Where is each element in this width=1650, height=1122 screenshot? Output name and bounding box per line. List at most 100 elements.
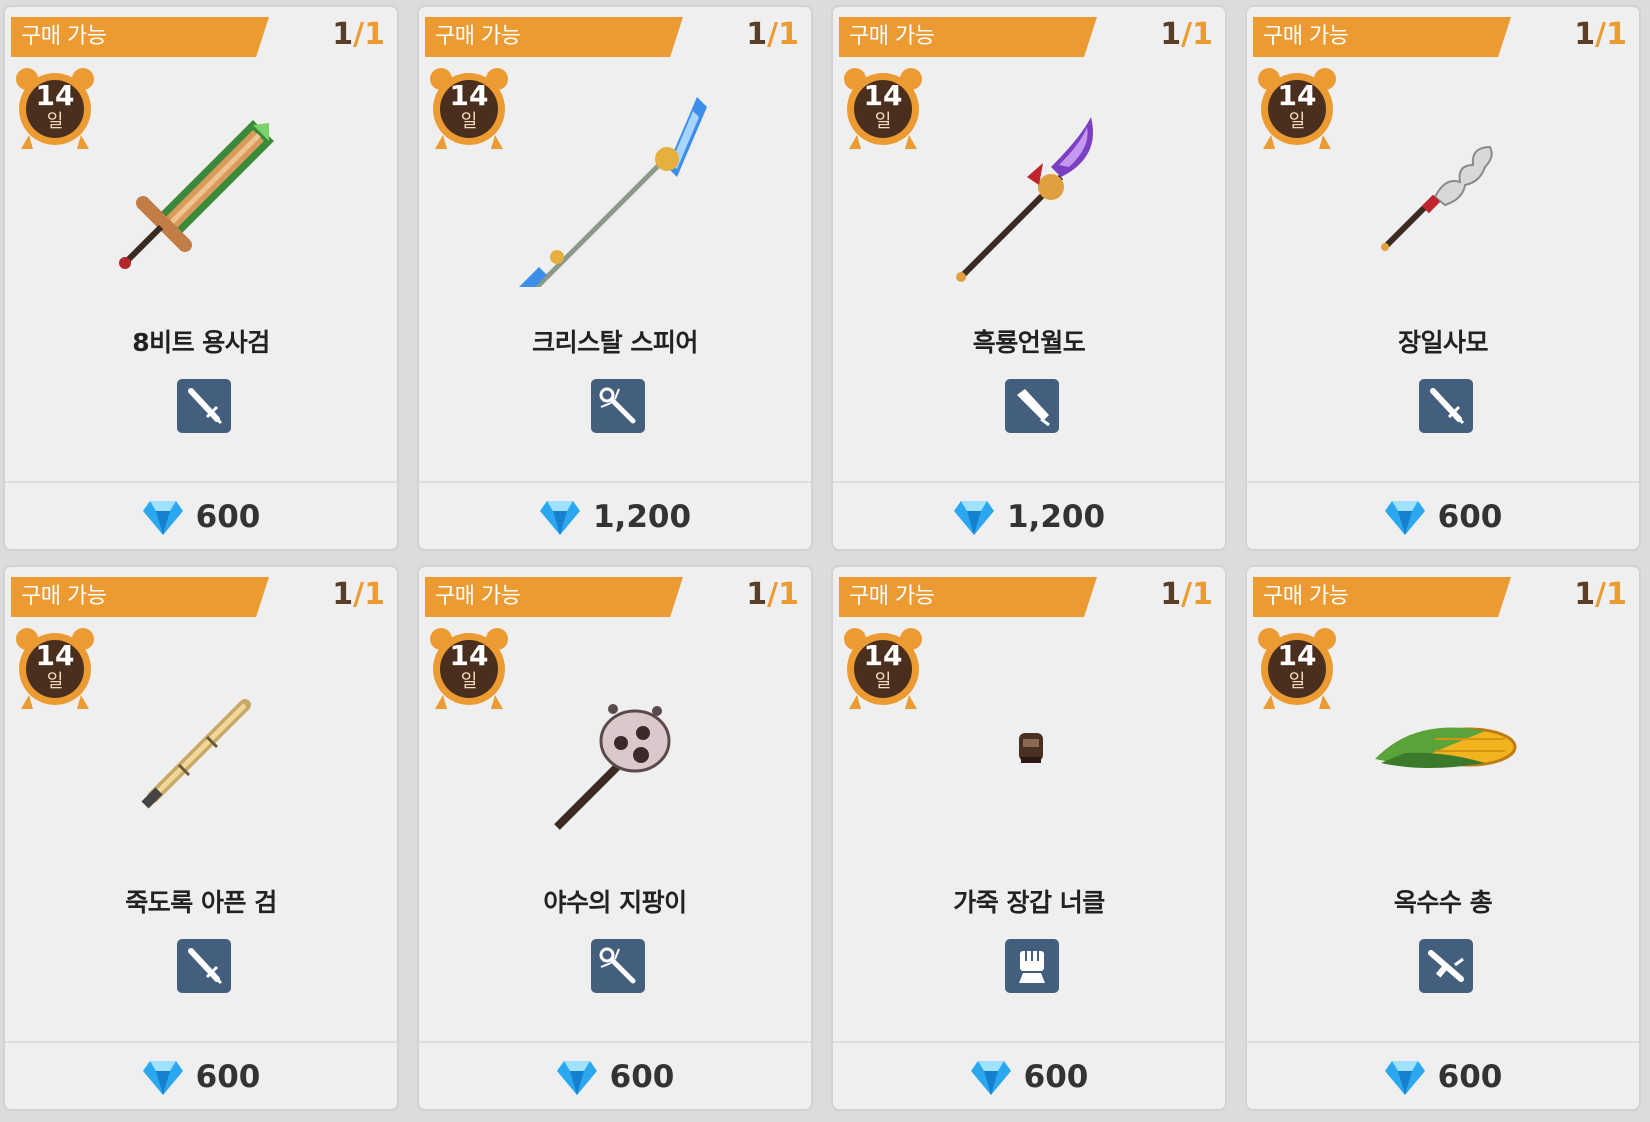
- days-remaining: 14: [35, 639, 75, 672]
- shop-item-card[interactable]: 구매 가능 1/1 14 일 옥수수 총 600: [1245, 565, 1641, 1111]
- price-amount: 1,200: [592, 499, 692, 535]
- gem-icon: [953, 501, 994, 535]
- staff-type-icon: [591, 379, 645, 433]
- card-divider: [5, 481, 397, 483]
- card-divider: [1247, 481, 1639, 483]
- days-remaining: 14: [1277, 639, 1317, 672]
- price-amount: 600: [1437, 499, 1503, 535]
- alarm-clock-icon: 14 일: [15, 625, 95, 711]
- shop-item-card[interactable]: 구매 가능 1/1 14 일 죽도록 아픈 검 600: [3, 565, 399, 1111]
- count-separator: /: [767, 577, 779, 612]
- price-amount: 600: [195, 499, 261, 535]
- price: 600: [5, 489, 397, 545]
- alarm-clock-icon: 14 일: [429, 65, 509, 151]
- count-current: 1: [332, 577, 354, 612]
- item-name: 야수의 지팡이: [543, 888, 687, 917]
- gem-icon: [1384, 1061, 1425, 1095]
- item-name: 가죽 장갑 너클: [953, 888, 1105, 917]
- gem-icon: [1384, 501, 1425, 535]
- card-divider: [833, 481, 1225, 483]
- alarm-clock-icon: 14 일: [1257, 625, 1337, 711]
- alarm-clock-icon: 14 일: [843, 625, 923, 711]
- purchase-limit: 1/1: [1160, 15, 1213, 55]
- days-unit: 일: [874, 111, 892, 132]
- days-unit: 일: [874, 671, 892, 692]
- fist-type-icon: [1005, 939, 1059, 993]
- price-amount: 1,200: [1006, 499, 1106, 535]
- purchase-limit: 1/1: [1574, 15, 1627, 55]
- purchase-limit: 1/1: [746, 15, 799, 55]
- alarm-clock-icon: 14 일: [429, 625, 509, 711]
- count-separator: /: [767, 17, 779, 52]
- count-separator: /: [1181, 17, 1193, 52]
- count-separator: /: [1595, 17, 1607, 52]
- days-remaining: 14: [863, 79, 903, 112]
- count-current: 1: [746, 577, 768, 612]
- shop-item-grid: 구매 가능 1/1 14 일 8비트 용사검 600 구매 가능 1/1 14 …: [0, 0, 1650, 1122]
- gem-icon: [556, 1061, 597, 1095]
- purchasable-banner: 구매 가능: [839, 577, 1097, 617]
- serpent-spear-icon: [1345, 87, 1545, 287]
- leather-knuckle-icon: [931, 647, 1131, 847]
- days-unit: 일: [1288, 671, 1306, 692]
- price-amount: 600: [1437, 1059, 1503, 1095]
- gem-icon: [142, 1061, 183, 1095]
- days-unit: 일: [1288, 111, 1306, 132]
- count-separator: /: [353, 577, 365, 612]
- alarm-clock-icon: 14 일: [1257, 65, 1337, 151]
- crystal-spear-icon: [517, 87, 717, 287]
- days-remaining: 14: [863, 639, 903, 672]
- price-amount: 600: [1023, 1059, 1089, 1095]
- purchasable-banner: 구매 가능: [11, 17, 269, 57]
- shop-item-card[interactable]: 구매 가능 1/1 14 일 8비트 용사검 600: [3, 5, 399, 551]
- days-unit: 일: [46, 111, 64, 132]
- count-current: 1: [1160, 17, 1182, 52]
- shop-item-card[interactable]: 구매 가능 1/1 14 일 야수의 지팡이 600: [417, 565, 813, 1111]
- count-total: 1: [1192, 17, 1213, 52]
- count-total: 1: [1192, 577, 1213, 612]
- days-remaining: 14: [1277, 79, 1317, 112]
- count-current: 1: [1160, 577, 1182, 612]
- card-divider: [833, 1041, 1225, 1043]
- sword-type-icon: [1419, 379, 1473, 433]
- price: 600: [419, 1049, 811, 1105]
- shop-item-card[interactable]: 구매 가능 1/1 14 일 흑룡언월도 1,200: [831, 5, 1227, 551]
- item-name: 크리스탈 스피어: [532, 328, 698, 357]
- purchasable-banner: 구매 가능: [1253, 17, 1511, 57]
- item-name: 장일사모: [1397, 328, 1489, 357]
- staff-type-icon: [591, 939, 645, 993]
- glaive-icon: [931, 87, 1131, 287]
- count-current: 1: [1574, 577, 1596, 612]
- days-unit: 일: [460, 671, 478, 692]
- item-name: 8비트 용사검: [132, 328, 270, 357]
- card-divider: [419, 481, 811, 483]
- sword-type-icon: [177, 939, 231, 993]
- paw-staff-icon: [517, 647, 717, 847]
- count-separator: /: [353, 17, 365, 52]
- days-remaining: 14: [449, 639, 489, 672]
- shop-item-card[interactable]: 구매 가능 1/1 14 일 크리스탈 스피어 1,200: [417, 5, 813, 551]
- bamboo-sword-icon: [103, 647, 303, 847]
- shop-item-card[interactable]: 구매 가능 1/1 14 일 장일사모 600: [1245, 5, 1641, 551]
- count-separator: /: [1595, 577, 1607, 612]
- sword-type-icon: [177, 379, 231, 433]
- shop-item-card[interactable]: 구매 가능 1/1 14 일 가죽 장갑 너클 600: [831, 565, 1227, 1111]
- count-total: 1: [778, 577, 799, 612]
- gun-type-icon: [1419, 939, 1473, 993]
- count-current: 1: [1574, 17, 1596, 52]
- days-remaining: 14: [35, 79, 75, 112]
- price-amount: 600: [195, 1059, 261, 1095]
- count-current: 1: [332, 17, 354, 52]
- blade-type-icon: [1005, 379, 1059, 433]
- purchase-limit: 1/1: [332, 15, 385, 55]
- price: 1,200: [419, 489, 811, 545]
- days-unit: 일: [46, 671, 64, 692]
- item-name: 죽도록 아픈 검: [125, 888, 277, 917]
- days-remaining: 14: [449, 79, 489, 112]
- corn-gun-icon: [1345, 647, 1545, 847]
- price: 600: [833, 1049, 1225, 1105]
- gem-icon: [142, 501, 183, 535]
- purchasable-banner: 구매 가능: [1253, 577, 1511, 617]
- count-current: 1: [746, 17, 768, 52]
- gem-icon: [539, 501, 580, 535]
